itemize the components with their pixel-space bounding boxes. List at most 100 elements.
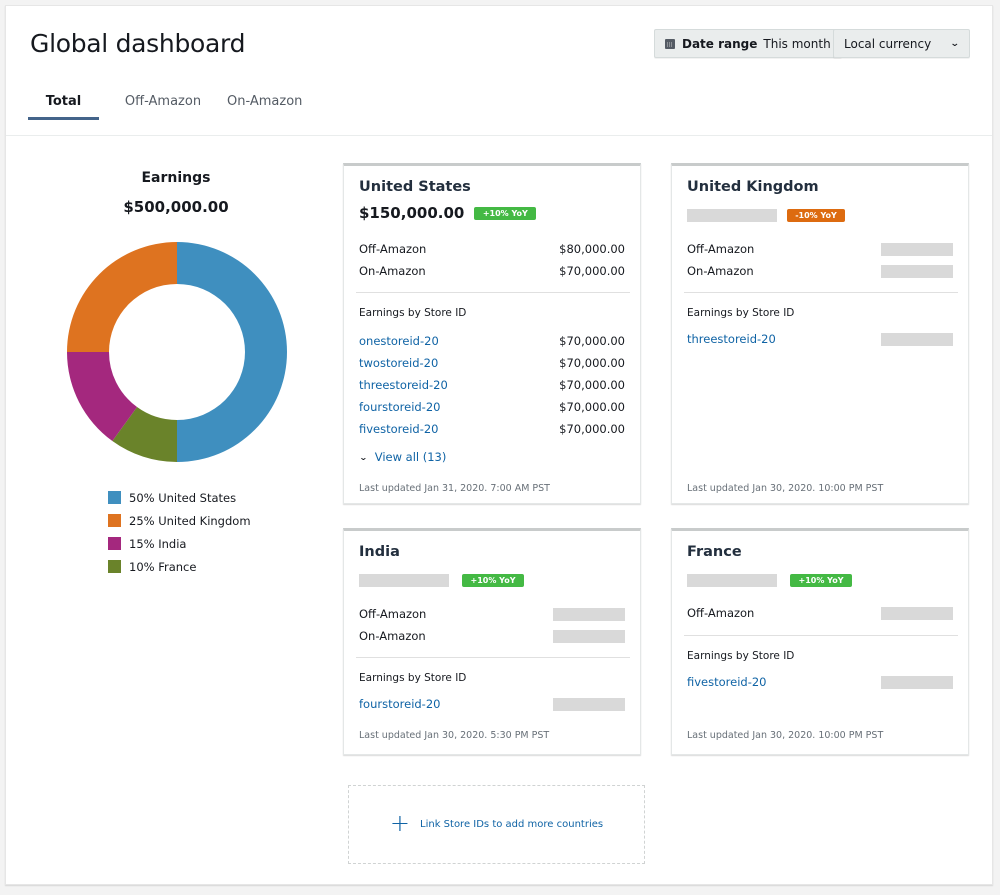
store-id-link[interactable]: threestoreid-20 bbox=[687, 332, 776, 346]
legend-item: 25% United Kingdom bbox=[108, 509, 251, 532]
store-row: twostoreid-20 $70,000.00 bbox=[359, 355, 625, 371]
value-placeholder bbox=[881, 264, 953, 278]
country-card-united-states: United States $150,000.00 +10% YoY Off-A… bbox=[343, 163, 641, 504]
row-value: $80,000.00 bbox=[559, 242, 625, 256]
page-title: Global dashboard bbox=[30, 29, 246, 58]
row-label: On-Amazon bbox=[687, 264, 754, 278]
dashboard-page: Global dashboard Date range This month L… bbox=[5, 5, 993, 885]
off-amazon-row: Off-Amazon bbox=[359, 606, 625, 622]
last-updated: Last updated Jan 30, 2020. 10:00 PM PST bbox=[687, 730, 884, 741]
store-section-label: Earnings by Store ID bbox=[359, 307, 467, 319]
earnings-label: Earnings bbox=[141, 170, 211, 186]
store-row: threestoreid-20 $70,000.00 bbox=[359, 377, 625, 393]
country-name: France bbox=[687, 544, 742, 560]
row-label: On-Amazon bbox=[359, 264, 426, 278]
store-section-label: Earnings by Store ID bbox=[359, 672, 467, 684]
store-value: $70,000.00 bbox=[559, 378, 625, 392]
store-id-link[interactable]: fivestoreid-20 bbox=[359, 422, 439, 436]
store-row: fourstoreid-20 $70,000.00 bbox=[359, 399, 625, 415]
row-label: Off-Amazon bbox=[687, 242, 755, 256]
value-placeholder bbox=[881, 606, 953, 620]
legend-swatch bbox=[108, 537, 121, 550]
store-id-link[interactable]: fourstoreid-20 bbox=[359, 697, 440, 711]
country-total: -10% YoY bbox=[687, 209, 845, 222]
country-total: $150,000.00 +10% YoY bbox=[359, 204, 537, 222]
country-name: United Kingdom bbox=[687, 179, 819, 195]
store-value: $70,000.00 bbox=[559, 356, 625, 370]
off-amazon-row: Off-Amazon $80,000.00 bbox=[359, 241, 625, 257]
row-label: Off-Amazon bbox=[687, 606, 755, 620]
store-section-label: Earnings by Store ID bbox=[687, 650, 795, 662]
view-all-label: View all (13) bbox=[374, 450, 447, 464]
country-card-france: France +10% YoY Off-Amazon Earnings by S… bbox=[671, 528, 969, 755]
country-name: United States bbox=[359, 179, 471, 195]
on-amazon-row: On-Amazon $70,000.00 bbox=[359, 263, 625, 279]
chevron-down-icon: ⌄ bbox=[358, 452, 368, 462]
off-amazon-row: Off-Amazon bbox=[687, 241, 953, 257]
view-all-link[interactable]: ⌄ View all (13) bbox=[358, 450, 447, 464]
header-divider bbox=[6, 135, 992, 136]
currency-select[interactable]: Local currency ⌄ bbox=[833, 29, 970, 58]
store-value: $70,000.00 bbox=[559, 334, 625, 348]
legend-item: 50% United States bbox=[108, 486, 251, 509]
link-store-ids-label: Link Store IDs to add more countries bbox=[420, 819, 604, 830]
value-placeholder bbox=[881, 332, 953, 346]
tab-off-amazon[interactable]: Off-Amazon bbox=[99, 92, 227, 119]
date-range-value: This month bbox=[763, 36, 831, 51]
last-updated: Last updated Jan 31, 2020. 7:00 AM PST bbox=[359, 483, 550, 494]
value-placeholder bbox=[687, 209, 777, 222]
country-total-value: $150,000.00 bbox=[359, 204, 465, 222]
calendar-icon bbox=[665, 38, 675, 49]
store-row: fivestoreid-20 bbox=[687, 674, 953, 690]
earnings-total: $500,000.00 bbox=[123, 198, 229, 216]
legend-item: 10% France bbox=[108, 555, 251, 578]
donut-slice-united-states bbox=[177, 242, 287, 462]
value-placeholder bbox=[881, 242, 953, 256]
off-amazon-row: Off-Amazon bbox=[687, 605, 953, 621]
tab-on-amazon[interactable]: On-Amazon bbox=[227, 92, 317, 119]
value-placeholder bbox=[359, 574, 449, 587]
country-total: +10% YoY bbox=[687, 574, 852, 587]
store-row: onestoreid-20 $70,000.00 bbox=[359, 333, 625, 349]
tab-bar: Total Off-Amazon On-Amazon bbox=[28, 92, 317, 120]
last-updated: Last updated Jan 30, 2020. 5:30 PM PST bbox=[359, 730, 550, 741]
chart-legend: 50% United States 25% United Kingdom 15%… bbox=[108, 486, 251, 578]
legend-item: 15% India bbox=[108, 532, 251, 555]
store-section-label: Earnings by Store ID bbox=[687, 307, 795, 319]
value-placeholder bbox=[553, 607, 625, 621]
card-divider bbox=[684, 635, 958, 636]
legend-label: 10% France bbox=[129, 559, 197, 574]
store-id-link[interactable]: fourstoreid-20 bbox=[359, 400, 440, 414]
card-divider bbox=[356, 657, 630, 658]
country-name: India bbox=[359, 544, 400, 560]
store-value: $70,000.00 bbox=[559, 422, 625, 436]
legend-swatch bbox=[108, 514, 121, 527]
yoy-badge: +10% YoY bbox=[790, 574, 852, 587]
date-range-label: Date range bbox=[682, 36, 758, 51]
row-label: On-Amazon bbox=[359, 629, 426, 643]
yoy-badge: -10% YoY bbox=[787, 209, 845, 222]
value-placeholder bbox=[881, 675, 953, 689]
tab-total[interactable]: Total bbox=[28, 92, 99, 120]
store-id-link[interactable]: twostoreid-20 bbox=[359, 356, 438, 370]
donut-slice-united-kingdom bbox=[67, 242, 177, 352]
value-placeholder bbox=[553, 697, 625, 711]
currency-selected: Local currency bbox=[844, 36, 932, 51]
link-store-ids-button[interactable]: + Link Store IDs to add more countries bbox=[348, 785, 645, 864]
country-total: +10% YoY bbox=[359, 574, 524, 587]
on-amazon-row: On-Amazon bbox=[687, 263, 953, 279]
store-id-link[interactable]: fivestoreid-20 bbox=[687, 675, 767, 689]
store-row: threestoreid-20 bbox=[687, 331, 953, 347]
chevron-down-icon: ⌄ bbox=[950, 38, 961, 49]
store-id-link[interactable]: onestoreid-20 bbox=[359, 334, 439, 348]
legend-label: 50% United States bbox=[129, 490, 237, 505]
earnings-donut-chart bbox=[67, 242, 287, 462]
country-card-india: India +10% YoY Off-Amazon On-Amazon Earn… bbox=[343, 528, 641, 755]
store-row: fivestoreid-20 $70,000.00 bbox=[359, 421, 625, 437]
date-range-button[interactable]: Date range This month bbox=[654, 29, 842, 58]
store-value: $70,000.00 bbox=[559, 400, 625, 414]
yoy-badge: +10% YoY bbox=[462, 574, 524, 587]
on-amazon-row: On-Amazon bbox=[359, 628, 625, 644]
last-updated: Last updated Jan 30, 2020. 10:00 PM PST bbox=[687, 483, 884, 494]
store-id-link[interactable]: threestoreid-20 bbox=[359, 378, 448, 392]
